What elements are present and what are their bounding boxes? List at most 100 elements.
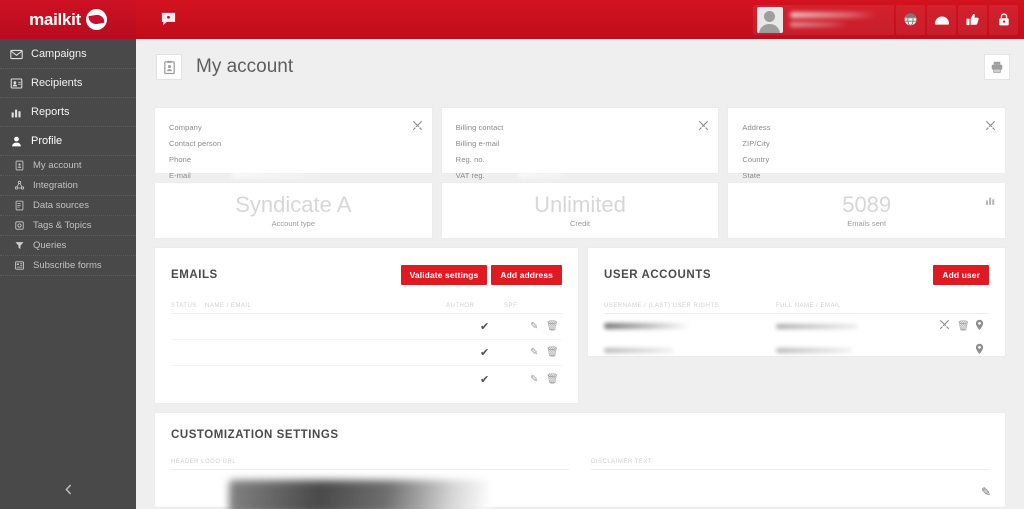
field-value-redacted <box>517 172 576 178</box>
add-user-button[interactable]: Add user <box>933 264 989 286</box>
info-row: E-mail <box>169 169 418 181</box>
bar-chart-icon[interactable] <box>985 193 996 211</box>
sidebar-item-label: My account <box>33 160 82 171</box>
feedback-button[interactable] <box>958 4 987 35</box>
header-logo-field[interactable]: HEADER LOGO URL <box>171 459 569 509</box>
print-button[interactable] <box>984 54 1010 80</box>
trash-icon[interactable]: 🗑 <box>957 321 975 332</box>
sidebar-item-integration[interactable]: Integration <box>0 176 136 196</box>
tools-icon[interactable] <box>412 118 423 136</box>
pencil-icon[interactable]: ✎ <box>530 347 546 358</box>
pencil-icon[interactable]: ✎ <box>530 374 546 385</box>
pencil-icon[interactable]: ✎ <box>530 321 546 332</box>
sidebar-item-subscribe-forms[interactable]: Subscribe forms <box>0 256 136 276</box>
field-label: E-mail <box>169 170 191 180</box>
bar-chart-icon <box>11 109 21 117</box>
sidebar-item-recipients[interactable]: Recipients <box>0 69 136 98</box>
clipboard-user-icon <box>156 54 182 80</box>
field-label: Address <box>742 122 771 132</box>
sidebar-item-data-sources[interactable]: Data sources <box>0 196 136 216</box>
users-table-header: USERNAME / (LAST) USER RIGHTS FULL NAME … <box>604 298 989 314</box>
sidebar-item-reports[interactable]: Reports <box>0 98 136 127</box>
user-menu[interactable] <box>753 4 894 35</box>
sidebar-item-tags-topics[interactable]: Tags & Topics <box>0 216 136 236</box>
trash-icon[interactable]: 🗑 <box>546 374 562 385</box>
pencil-icon[interactable]: ✎ <box>981 485 991 499</box>
field-label: Billing contact <box>455 122 504 132</box>
column-header-fullname: FULL NAME / EMAIL <box>776 302 841 309</box>
sidebar-item-my-account[interactable]: My account <box>0 156 136 176</box>
sidebar-item-label: Tags & Topics <box>33 220 92 231</box>
email-name-redacted <box>171 346 351 351</box>
stat-label: Credit <box>570 218 591 228</box>
sidebar-item-queries[interactable]: Queries <box>0 236 136 256</box>
add-address-button[interactable]: Add address <box>491 264 562 286</box>
tools-icon[interactable] <box>985 118 996 136</box>
customization-title: CUSTOMIZATION SETTINGS <box>171 429 339 441</box>
emails-panel: EMAILS Validate settings Add address STA… <box>154 247 579 404</box>
email-address-redacted <box>171 328 339 333</box>
tools-icon[interactable] <box>939 319 957 333</box>
field-label: Country <box>742 154 770 164</box>
tools-icon[interactable] <box>698 118 709 136</box>
email-address-redacted <box>171 380 289 386</box>
column-header-author: AUTHOR <box>446 302 475 309</box>
company-card: Company Contact person Phone E-mail <box>154 107 433 180</box>
table-row[interactable]: ✔ ✎ 🗑 <box>171 340 562 366</box>
sidebar-collapse-button[interactable] <box>0 470 136 509</box>
map-pin-icon[interactable] <box>975 319 989 334</box>
info-row: Phone <box>169 153 418 165</box>
fullname-redacted <box>776 323 858 329</box>
sidebar-item-label: Recipients <box>31 77 83 89</box>
topbar-actions <box>753 0 1024 39</box>
stat-value: 5089 <box>842 192 892 218</box>
field-value-redacted <box>231 172 327 178</box>
stat-value: Unlimited <box>534 192 626 218</box>
table-row[interactable] <box>604 338 989 362</box>
user-accounts-title: USER ACCOUNTS <box>604 269 712 281</box>
chat-bubble-icon[interactable] <box>158 10 178 30</box>
map-pin-icon[interactable] <box>975 343 989 358</box>
logout-button[interactable] <box>989 4 1018 35</box>
trash-icon[interactable]: 🗑 <box>546 347 562 358</box>
stat-cards-row: Syndicate A Account type Unlimited Credi… <box>154 182 1007 239</box>
brand-logo[interactable]: mailkit <box>0 0 136 39</box>
trash-icon[interactable]: 🗑 <box>546 321 562 332</box>
field-label: VAT reg. <box>455 170 485 180</box>
field-label: Phone <box>169 154 192 164</box>
field-value-redacted <box>517 140 610 146</box>
sidebar-item-campaigns[interactable]: Campaigns <box>0 40 136 69</box>
field-label: Company <box>169 122 202 132</box>
column-header-spf: SPF <box>504 302 518 309</box>
language-button[interactable] <box>896 4 925 35</box>
sidebar-item-profile[interactable]: Profile <box>0 127 136 156</box>
credit-card: Unlimited Credit <box>440 182 720 239</box>
header-logo-preview <box>229 480 489 509</box>
field-label: ZIP/City <box>742 138 770 148</box>
info-row: State <box>742 169 991 181</box>
field-value-redacted <box>804 124 857 130</box>
table-row[interactable]: 🗑 <box>604 314 989 338</box>
lock-icon <box>998 13 1009 26</box>
topbar <box>136 0 1024 39</box>
avatar <box>757 6 783 33</box>
emails-panel-title: EMAILS <box>171 269 218 281</box>
sidebar-item-label: Campaigns <box>31 48 87 60</box>
info-row: VAT reg. <box>456 169 705 181</box>
sidebar-item-label: Reports <box>31 106 70 118</box>
stat-label: Account type <box>271 218 316 228</box>
messages-button[interactable] <box>927 4 956 35</box>
validate-settings-button[interactable]: Validate settings <box>400 264 488 286</box>
table-row[interactable]: ✔ ✎ 🗑 <box>171 366 562 392</box>
sidebar-item-label: Data sources <box>33 200 89 211</box>
id-badge-icon <box>15 160 24 171</box>
disclaimer-label: DISCLAIMER TEXT <box>591 459 989 470</box>
field-value-redacted <box>231 140 289 146</box>
field-value-redacted <box>804 156 871 162</box>
customization-panel: CUSTOMIZATION SETTINGS HEADER LOGO URL D… <box>154 412 1006 509</box>
disclaimer-field[interactable]: DISCLAIMER TEXT <box>591 459 989 509</box>
main-content: Company Contact person Phone E-mail Bill… <box>136 95 1024 509</box>
table-row[interactable]: ✔ ✎ 🗑 <box>171 314 562 340</box>
sidebar-nav: Campaigns Recipients Reports Profile My … <box>0 39 136 276</box>
sidebar-item-label: Subscribe forms <box>33 260 102 271</box>
